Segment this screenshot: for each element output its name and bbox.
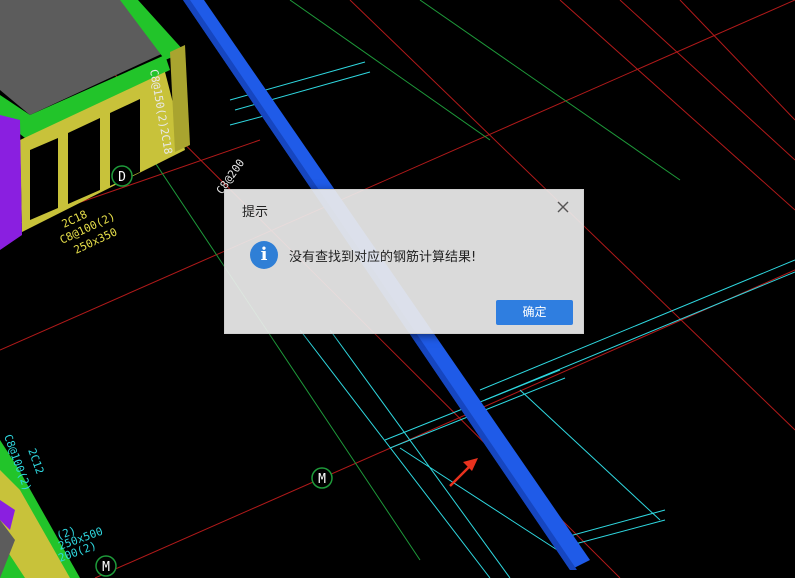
purple-column-top xyxy=(0,115,22,250)
axis-marker-m: M xyxy=(311,467,333,489)
axis-label-d: D xyxy=(118,170,126,185)
opening-1 xyxy=(30,138,58,220)
axis-label-m: M xyxy=(318,472,326,487)
dialog-title: 提示 xyxy=(242,205,269,220)
axis-marker-d: D xyxy=(111,165,133,187)
info-dialog: 提示 i 没有查找到对应的钢筋计算结果! 确定 xyxy=(224,189,584,334)
opening-2 xyxy=(68,118,100,204)
axis-marker-m-bottom: M xyxy=(95,555,117,577)
info-icon: i xyxy=(250,241,278,269)
close-icon[interactable] xyxy=(555,199,571,215)
dialog-message: 没有查找到对应的钢筋计算结果! xyxy=(289,250,477,265)
axis-label-m-bottom: M xyxy=(102,560,110,575)
ok-button[interactable]: 确定 xyxy=(496,300,573,325)
